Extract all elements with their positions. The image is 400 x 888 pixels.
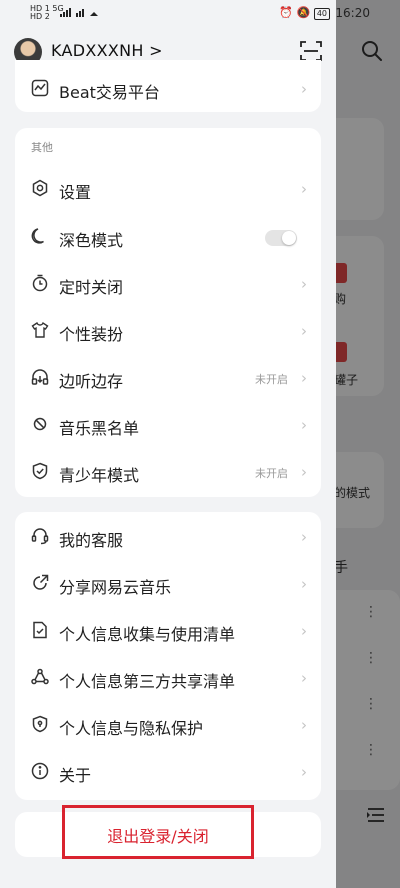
menu-item-label: 个人信息收集与使用清单	[59, 625, 236, 644]
block-icon	[31, 415, 49, 433]
chevron-right-icon: ›	[301, 322, 307, 340]
shield-icon	[31, 462, 49, 480]
privacy-shield-icon	[31, 715, 49, 733]
share-icon	[31, 574, 49, 592]
chevron-right-icon: ›	[301, 669, 307, 687]
section-title: 其他	[31, 141, 53, 154]
tshirt-icon	[31, 321, 49, 339]
menu-item-info-collection[interactable]: 个人信息收集与使用清单 ›	[15, 608, 321, 655]
chevron-right-icon: ›	[301, 416, 307, 434]
status-text: 未开启	[255, 373, 288, 386]
other-section-card: 其他 设置 › 深色模式 定时关闭 › 个性装扮 › 边听边存 未开启 › 音乐…	[15, 128, 321, 497]
chevron-right-icon: ›	[301, 716, 307, 734]
logout-button[interactable]: 退出登录/关闭	[62, 805, 254, 859]
status-icons: ⏰ 🔕 40	[279, 6, 334, 20]
status-text: 未开启	[255, 467, 288, 480]
menu-item-label: 分享网易云音乐	[59, 578, 172, 597]
menu-item-third-party-sharing[interactable]: 个人信息第三方共享清单 ›	[15, 655, 321, 702]
moon-icon	[31, 227, 49, 245]
menu-item-label: 我的客服	[59, 531, 124, 550]
menu-item-label: 青少年模式	[59, 466, 140, 485]
menu-item-blacklist[interactable]: 音乐黑名单 ›	[15, 402, 321, 449]
menu-item-label: 个性装扮	[59, 325, 124, 344]
gear-icon	[31, 179, 49, 197]
menu-item-label: 个人信息与隐私保护	[59, 719, 204, 738]
sim-indicator: HD 1 5G HD 2	[30, 5, 64, 21]
side-drawer: KADXXXNH > Beat交易平台 › 其他 设置 › 深色模式 定时关闭 …	[0, 0, 336, 888]
menu-item-label: Beat交易平台	[59, 83, 160, 102]
menu-item-privacy[interactable]: 个人信息与隐私保护 ›	[15, 702, 321, 749]
clock: 16:20	[335, 6, 370, 20]
chevron-right-icon: ›	[301, 575, 307, 593]
timer-icon	[31, 274, 49, 292]
menu-item-label: 边听边存	[59, 372, 124, 391]
headset-icon	[31, 527, 49, 545]
dark-mode-toggle[interactable]	[265, 230, 297, 246]
chart-icon	[31, 79, 49, 97]
toggle-knob	[282, 231, 296, 245]
headphones-icon	[31, 368, 49, 386]
chevron-right-icon: ›	[301, 80, 307, 98]
menu-item-teen-mode[interactable]: 青少年模式 未开启 ›	[15, 449, 321, 496]
logout-label: 退出登录/关闭	[107, 827, 209, 846]
menu-item-label: 定时关闭	[59, 278, 124, 297]
chevron-right-icon: ›	[301, 275, 307, 293]
chevron-right-icon: ›	[301, 463, 307, 481]
info-icon	[31, 762, 49, 780]
share-nodes-icon	[31, 668, 49, 686]
menu-item-dark-mode[interactable]: 深色模式	[15, 214, 321, 261]
menu-item-theme[interactable]: 个性装扮 ›	[15, 308, 321, 355]
menu-item-share-app[interactable]: 分享网易云音乐 ›	[15, 561, 321, 608]
battery-icon: 40	[313, 8, 330, 20]
menu-item-label: 关于	[59, 766, 92, 785]
chevron-right-icon: ›	[301, 369, 307, 387]
menu-item-label: 设置	[59, 183, 92, 202]
menu-item-label: 个人信息第三方共享清单	[59, 672, 236, 691]
menu-item-customer-service[interactable]: 我的客服 ›	[15, 514, 321, 561]
chevron-right-icon: ›	[301, 180, 307, 198]
username[interactable]: KADXXXNH >	[51, 41, 163, 60]
chevron-right-icon: ›	[301, 622, 307, 640]
status-bar: HD 1 5G HD 2 ⏰ 🔕 40 16:20	[0, 0, 400, 28]
chevron-right-icon: ›	[301, 528, 307, 546]
menu-item-settings[interactable]: 设置 ›	[15, 166, 321, 213]
menu-item-label: 音乐黑名单	[59, 419, 140, 438]
signal-icon	[60, 7, 100, 17]
help-section-card: 我的客服 › 分享网易云音乐 › 个人信息收集与使用清单 › 个人信息第三方共享…	[15, 512, 321, 800]
menu-item-beat[interactable]: Beat交易平台 ›	[15, 66, 321, 113]
chevron-right-icon: ›	[301, 763, 307, 781]
menu-item-label: 深色模式	[59, 231, 124, 250]
top-card: Beat交易平台 ›	[15, 60, 321, 112]
scan-icon[interactable]	[300, 40, 322, 62]
menu-item-about[interactable]: 关于 ›	[15, 749, 321, 796]
menu-item-sleep-timer[interactable]: 定时关闭 ›	[15, 261, 321, 308]
sim2-label: HD 2	[30, 12, 50, 21]
menu-item-listen-save[interactable]: 边听边存 未开启 ›	[15, 355, 321, 402]
document-icon	[31, 621, 49, 639]
